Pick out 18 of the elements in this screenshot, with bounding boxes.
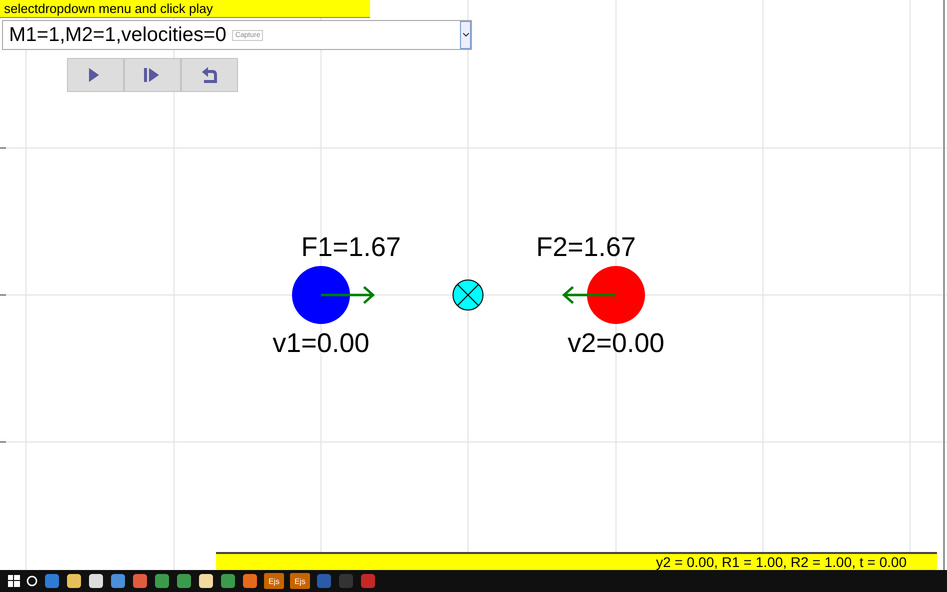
step-button[interactable] [124, 58, 181, 92]
chevron-down-icon [462, 33, 468, 37]
step-icon [144, 68, 159, 82]
status-text: y2 = 0.00, R1 = 1.00, R2 = 1.00, t = 0.00 [216, 552, 937, 570]
app-taskbar-icon[interactable]: Ejs [290, 573, 310, 589]
instruction-text: selectdropdown menu and click play [0, 0, 370, 18]
windows-icon[interactable] [8, 575, 20, 587]
undo-icon [202, 67, 217, 83]
velocity-label: v2=0.00 [568, 328, 664, 358]
app-taskbar-icon[interactable]: Ejs [264, 573, 284, 589]
search-icon[interactable] [26, 575, 38, 587]
play-icon [89, 68, 99, 82]
play-button[interactable] [67, 58, 124, 92]
force-label: F1=1.67 [301, 232, 401, 262]
reset-button[interactable] [181, 58, 238, 92]
force-label: F2=1.67 [536, 232, 636, 262]
velocity-label: v1=0.00 [272, 328, 370, 358]
center-marker [452, 280, 484, 310]
